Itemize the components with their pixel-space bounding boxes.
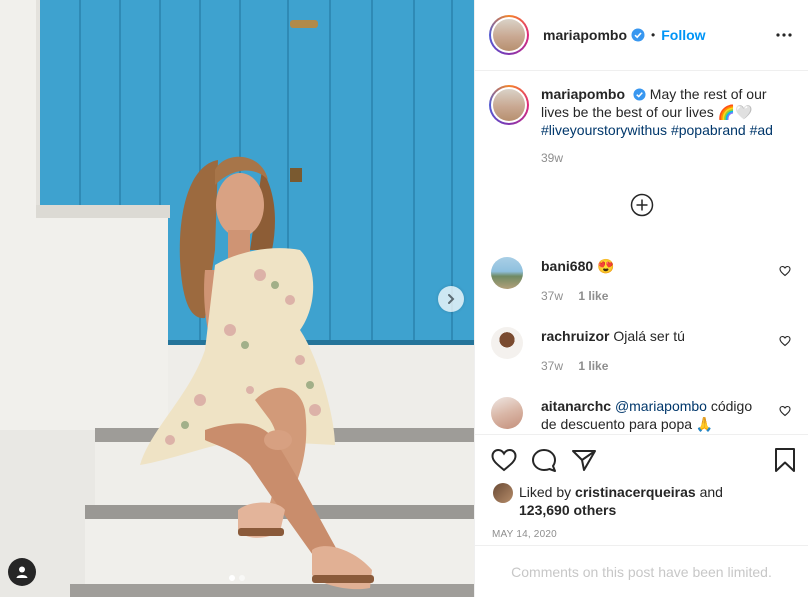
- comment-body: aitanarchc @mariapombo código de descuen…: [541, 397, 761, 433]
- header-separator: •: [651, 28, 656, 42]
- hashtag-link[interactable]: #popabrand: [671, 122, 746, 138]
- carousel-indicator: [0, 575, 474, 581]
- comment-mention[interactable]: @mariapombo: [615, 398, 707, 414]
- comment-like-count[interactable]: 1 like: [578, 359, 608, 373]
- author-avatar[interactable]: [489, 15, 529, 55]
- load-more-comments-button[interactable]: [475, 193, 808, 217]
- comment-text: Ojalá ser tú: [613, 328, 685, 344]
- caption-text-block: mariapombo May the rest of our lives be …: [541, 85, 781, 167]
- verified-badge-icon: [631, 28, 645, 42]
- commenter-username[interactable]: aitanarchc: [541, 398, 611, 414]
- comment-body: bani680 😍 37w 1 like: [541, 257, 761, 305]
- carousel-dot-active: [229, 575, 235, 581]
- commenter-avatar[interactable]: [491, 397, 523, 429]
- post-photo: [0, 0, 474, 597]
- caption-time[interactable]: 39w: [541, 149, 781, 167]
- chevron-right-icon: [448, 294, 455, 304]
- caption-avatar[interactable]: [489, 85, 529, 125]
- verified-badge-icon: [633, 88, 646, 101]
- comment-item: bani680 😍 37w 1 like: [491, 257, 791, 305]
- liked-by: Liked by cristinacerqueiras and 123,690 …: [475, 475, 808, 519]
- comment-text: 😍: [597, 258, 615, 274]
- carousel-dot: [239, 575, 245, 581]
- commenter-username[interactable]: rachruizor: [541, 328, 609, 344]
- share-icon[interactable]: [571, 448, 597, 472]
- liked-by-user[interactable]: cristinacerqueiras: [575, 484, 696, 500]
- commenter-avatar[interactable]: [491, 327, 523, 359]
- comment-meta: 37w 1 like: [541, 287, 761, 305]
- action-bar: [475, 435, 808, 475]
- comment-meta: 37w 1 like: [541, 357, 761, 375]
- caption: mariapombo May the rest of our lives be …: [475, 71, 808, 167]
- post-date[interactable]: MAY 14, 2020: [475, 519, 808, 540]
- commenter-username[interactable]: bani680: [541, 258, 593, 274]
- author-username[interactable]: mariapombo: [543, 27, 627, 43]
- heart-icon[interactable]: [491, 448, 517, 472]
- tagged-users-button[interactable]: [8, 558, 36, 586]
- heart-icon[interactable]: [779, 405, 791, 417]
- more-options-icon[interactable]: [776, 33, 792, 37]
- comments-limited-notice: Comments on this post have been limited.: [475, 545, 808, 598]
- liked-by-and: and: [699, 484, 723, 500]
- follow-button[interactable]: Follow: [661, 27, 705, 43]
- hashtag-link[interactable]: #liveyourstorywithus: [541, 122, 667, 138]
- liker-avatar[interactable]: [493, 483, 513, 503]
- post-header: mariapombo • Follow: [475, 0, 808, 71]
- comment-body: rachruizor Ojalá ser tú 37w 1 like: [541, 327, 761, 375]
- liked-by-others[interactable]: 123,690 others: [519, 502, 616, 518]
- heart-icon[interactable]: [779, 335, 791, 347]
- post-actions: Liked by cristinacerqueiras and 123,690 …: [475, 434, 808, 540]
- commenter-avatar[interactable]: [491, 257, 523, 289]
- next-photo-button[interactable]: [438, 286, 464, 312]
- comment-item: rachruizor Ojalá ser tú 37w 1 like: [491, 327, 791, 375]
- heart-icon[interactable]: [779, 265, 791, 277]
- comments-area[interactable]: mariapombo May the rest of our lives be …: [475, 71, 808, 434]
- comment-item: aitanarchc @mariapombo código de descuen…: [491, 397, 791, 433]
- comment-like-count[interactable]: 1 like: [578, 289, 608, 303]
- hashtag-link[interactable]: #ad: [750, 122, 773, 138]
- caption-username[interactable]: mariapombo: [541, 86, 625, 102]
- liked-by-prefix: Liked by: [519, 484, 572, 500]
- comment-time[interactable]: 37w: [541, 289, 563, 303]
- comment-icon[interactable]: [531, 448, 557, 472]
- post-sidebar: mariapombo • Follow mariapombo May the r…: [474, 0, 808, 597]
- plus-circle-icon: [630, 193, 653, 217]
- comment-time[interactable]: 37w: [541, 359, 563, 373]
- bookmark-icon[interactable]: [774, 447, 796, 473]
- instagram-post: mariapombo • Follow mariapombo May the r…: [0, 0, 808, 597]
- post-media[interactable]: [0, 0, 474, 597]
